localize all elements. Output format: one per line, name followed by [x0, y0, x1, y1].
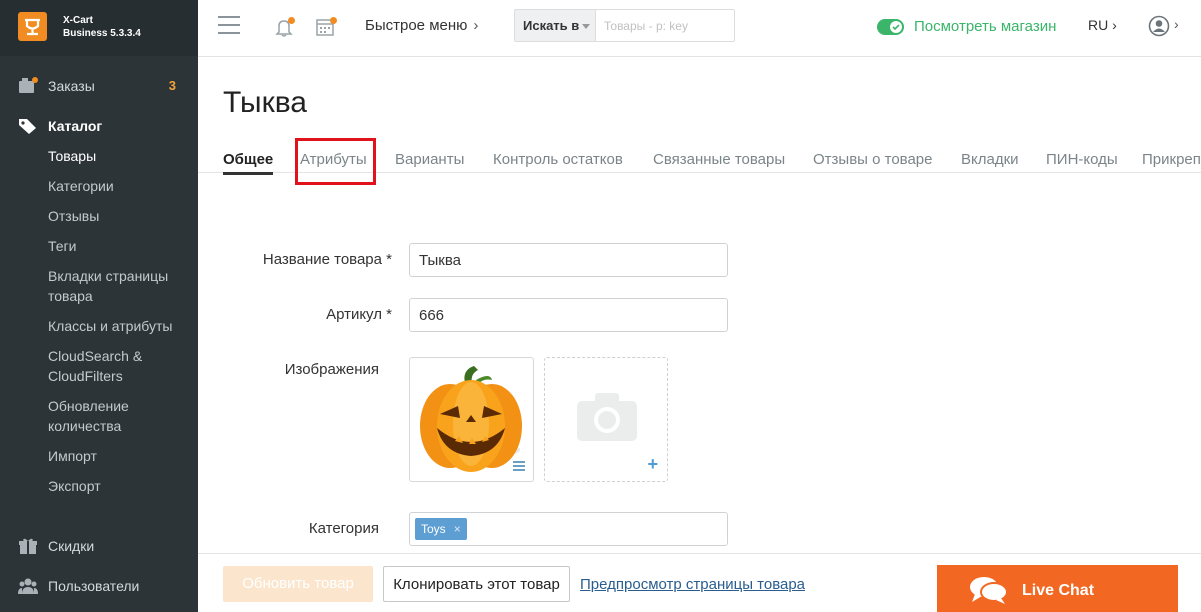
tab-general[interactable]: Общее: [223, 151, 274, 175]
sidebar-subitem-product-tabs[interactable]: Вкладки страницы товара: [48, 266, 188, 306]
sidebar-subitem-classes-attributes[interactable]: Классы и атрибуты: [48, 316, 188, 336]
sidebar-subitem-cloudsearch[interactable]: CloudSearch & CloudFilters: [48, 346, 188, 386]
live-chat-label: Live Chat: [1022, 582, 1095, 599]
image-menu-icon[interactable]: [513, 461, 525, 473]
caret-down-icon: [582, 24, 590, 29]
chevron-right-icon[interactable]: ›: [1174, 16, 1179, 32]
tab-attachments[interactable]: Прикреп: [1142, 151, 1201, 168]
sidebar-subitem-reviews[interactable]: Отзывы: [48, 206, 188, 226]
notifications-bell-icon[interactable]: [274, 16, 296, 38]
sidebar-item-catalog[interactable]: Каталог: [0, 111, 198, 141]
camera-icon: [577, 393, 637, 441]
search-box: Искать в: [514, 9, 735, 42]
page-title: Тыква: [223, 86, 307, 119]
sidebar-item-label: Пользователи: [48, 578, 140, 594]
chip-remove-icon[interactable]: ×: [454, 522, 461, 536]
sidebar-subitem-categories[interactable]: Категории: [48, 176, 188, 196]
live-chat-button[interactable]: Live Chat: [937, 565, 1178, 612]
sidebar-subitem-update-quantity[interactable]: Обновление количества: [48, 396, 188, 436]
sidebar-item-label: Каталог: [48, 118, 103, 134]
category-label: Категория: [308, 520, 379, 537]
quick-menu-button[interactable]: Быстрое меню ›: [365, 17, 478, 34]
sidebar-subitem-tags[interactable]: Теги: [48, 236, 188, 256]
hamburger-menu-icon[interactable]: [218, 16, 240, 36]
add-image-dropzone[interactable]: +: [544, 357, 668, 482]
users-icon: [18, 578, 38, 594]
sidebar-subitem-export[interactable]: Экспорт: [48, 476, 188, 496]
quick-menu-label: Быстрое меню: [365, 17, 468, 34]
sku-label: Артикул *: [326, 306, 392, 323]
search-input[interactable]: [597, 10, 734, 41]
tab-product-reviews[interactable]: Отзывы о товаре: [813, 151, 933, 168]
chevron-right-icon: ›: [473, 17, 479, 34]
calendar-icon[interactable]: [315, 16, 337, 38]
orders-count-badge: 3: [168, 78, 176, 93]
sidebar-item-label: Скидки: [48, 538, 95, 554]
attributes-tab-highlight: [295, 138, 376, 185]
gift-icon: [19, 538, 37, 554]
search-scope-label: Искать в: [523, 18, 580, 33]
preview-product-link[interactable]: Предпросмотр страницы товара: [580, 576, 805, 593]
sidebar-item-users[interactable]: Пользователи: [0, 571, 198, 601]
sidebar-item-label: Заказы: [48, 78, 95, 94]
view-store-label: Посмотреть магазин: [914, 18, 1057, 35]
images-label: Изображения: [284, 361, 379, 378]
category-select[interactable]: Toys ×: [409, 512, 728, 546]
tab-variants[interactable]: Варианты: [395, 151, 464, 168]
brand-header[interactable]: X-Cart Business 5.3.3.4: [0, 0, 198, 56]
orders-icon: [19, 77, 38, 93]
tag-icon: [19, 119, 36, 134]
top-bar: Быстрое меню › Искать в Посмотреть магази…: [198, 0, 1201, 57]
sidebar-subitem-products[interactable]: Товары: [48, 146, 188, 166]
xcart-logo-icon: [18, 12, 47, 41]
category-chip: Toys ×: [415, 518, 467, 540]
sidebar-subitem-import[interactable]: Импорт: [48, 446, 188, 466]
tab-pin-codes[interactable]: ПИН-коды: [1046, 151, 1118, 168]
brand-name: X-Cart: [63, 15, 94, 26]
update-product-button[interactable]: Обновить товар: [223, 566, 373, 602]
tab-related-products[interactable]: Связанные товары: [653, 151, 785, 168]
search-scope-select[interactable]: Искать в: [515, 10, 596, 41]
language-selector[interactable]: RU ›: [1088, 17, 1117, 33]
chat-bubbles-icon: [970, 577, 1008, 604]
product-name-label: Название товара *: [262, 251, 392, 268]
sku-input[interactable]: 666: [409, 298, 728, 332]
sidebar: X-Cart Business 5.3.3.4 Заказы 3 Каталог…: [0, 0, 198, 612]
product-image-thumbnail[interactable]: [409, 357, 534, 482]
add-image-plus-icon[interactable]: +: [647, 454, 658, 475]
clone-product-button[interactable]: Клонировать этот товар: [383, 566, 570, 602]
category-chip-label: Toys: [421, 522, 446, 536]
sidebar-item-orders[interactable]: Заказы 3: [0, 71, 198, 101]
language-code: RU: [1088, 17, 1109, 33]
sidebar-item-discounts[interactable]: Скидки: [0, 531, 198, 561]
tab-tabs[interactable]: Вкладки: [961, 151, 1019, 168]
product-name-input[interactable]: Тыква: [409, 243, 728, 277]
brand-version: Business 5.3.3.4: [63, 28, 141, 39]
chevron-right-icon: ›: [1112, 17, 1117, 33]
tab-inventory[interactable]: Контроль остатков: [493, 151, 623, 168]
store-status-toggle[interactable]: [877, 19, 904, 35]
user-avatar-icon[interactable]: [1148, 15, 1170, 37]
